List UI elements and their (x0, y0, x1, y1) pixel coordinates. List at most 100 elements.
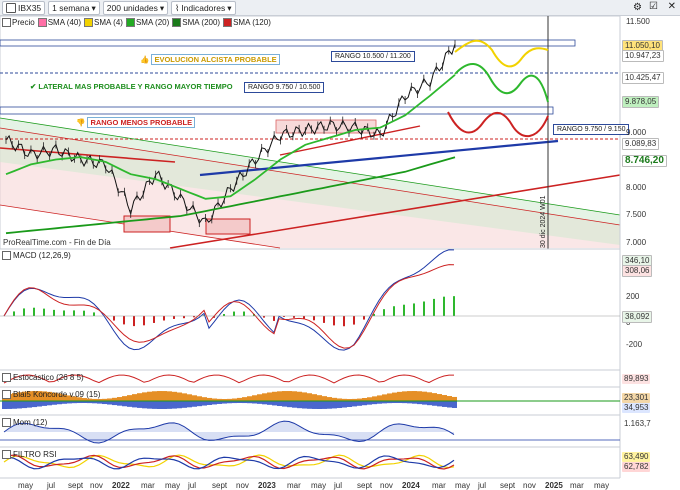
macd-histogram-bar (83, 310, 85, 316)
koncorde-bar-blue (282, 401, 287, 407)
price-axis-label: 7.000 (626, 238, 647, 247)
koncorde-bar-blue (342, 401, 347, 408)
koncorde-bar-blue (2, 401, 7, 409)
koncorde-bar-blue (47, 401, 52, 406)
blai5-tag-1: 23,301 (622, 393, 651, 403)
time-axis-label: 2024 (402, 481, 420, 490)
koncorde-bar-orange (167, 391, 172, 401)
koncorde-bar-blue (187, 401, 192, 408)
koncorde-bar-orange (142, 392, 147, 401)
time-axis-label: may (455, 481, 471, 490)
macd-histogram-bar (73, 310, 75, 316)
check-mark-icon: ✔ (30, 82, 37, 91)
koncorde-bar-blue (292, 401, 297, 408)
koncorde-bar-orange (442, 395, 447, 401)
time-axis-label: nov (90, 481, 103, 490)
koncorde-bar-orange (437, 394, 442, 401)
time-axis-label: mar (432, 481, 446, 490)
koncorde-bar-orange (277, 391, 282, 401)
koncorde-bar-blue (212, 401, 217, 405)
time-axis-label: 2022 (112, 481, 130, 490)
thumbs-up-icon: 👍 (140, 55, 150, 64)
scenario-bear-curve (447, 111, 549, 137)
blai5-title[interactable]: Blai5 Koncorde v.09 (15) (2, 390, 100, 399)
price-tag: 9.878,05 (622, 96, 660, 108)
macd-histogram-bar (53, 309, 55, 316)
koncorde-bar-orange (157, 391, 162, 401)
macd-title-text: MACD (12,26,9) (13, 251, 71, 260)
koncorde-bar-blue (317, 401, 322, 409)
time-axis-label: may (311, 481, 327, 490)
macd-histogram-bar (423, 301, 425, 316)
macd-histogram-bar (273, 316, 275, 321)
blai5-title-text: Blai5 Koncorde v.09 (15) (13, 390, 101, 399)
koncorde-bar-blue (352, 401, 357, 407)
low-zone-box-2 (205, 218, 251, 235)
macd-tag: 308,06 (622, 265, 653, 277)
koncorde-bar-orange (312, 394, 317, 401)
koncorde-bar-blue (162, 401, 167, 409)
koncorde-bar-orange (387, 393, 392, 401)
koncorde-bar-orange (272, 391, 277, 401)
macd-axis-label: 200 (626, 292, 640, 301)
koncorde-bar-blue (447, 401, 452, 408)
macd-histogram-bar (413, 303, 415, 316)
macd-histogram-bar (433, 298, 435, 316)
macd-histogram-bar (183, 316, 185, 319)
price-tag: 10.947,23 (622, 50, 664, 62)
koncorde-bar-orange (187, 394, 192, 401)
scenario-bull-curve (454, 39, 549, 68)
koncorde-bar-blue (442, 401, 447, 407)
checkbox-icon (2, 373, 11, 382)
macd-axis-label: -200 (626, 340, 643, 349)
macd-histogram-bar (323, 316, 325, 323)
macd-histogram-bar (223, 314, 225, 316)
checkbox-icon (2, 251, 11, 260)
koncorde-bar-blue (117, 401, 122, 406)
time-axis-label: may (165, 481, 181, 490)
rsi-filter-layer (3, 454, 455, 470)
price-axis-label: 8.000 (626, 182, 647, 192)
koncorde-bar-blue (307, 401, 312, 409)
koncorde-bar-orange (182, 393, 187, 401)
thumbs-down-icon: 👎 (76, 118, 86, 127)
macd-histogram-bar (453, 296, 455, 316)
stoch-title[interactable]: Estocástico (26 8 5) (2, 373, 84, 382)
filtro-title[interactable]: FILTRO RSI (2, 450, 56, 459)
koncorde-bar-orange (452, 396, 457, 401)
macd-layer (0, 249, 620, 351)
koncorde-bar-blue (267, 401, 272, 405)
koncorde-bar-blue (112, 401, 117, 406)
koncorde-bar-blue (152, 401, 157, 409)
macd-histogram-bar (153, 316, 155, 323)
koncorde-bar-orange (287, 391, 292, 401)
range-box-2023 (275, 119, 377, 134)
macd-histogram-bar (23, 308, 25, 316)
macd-histogram-bar (333, 316, 335, 326)
macd-histogram-bar (113, 316, 115, 321)
macd-title[interactable]: MACD (12,26,9) (2, 251, 71, 260)
koncorde-bar-blue (32, 401, 37, 408)
macd-histogram-bar (363, 316, 365, 320)
time-axis-label: may (18, 481, 34, 490)
stoch-tag: 89,893 (622, 374, 651, 384)
koncorde-bar-orange (292, 391, 297, 401)
koncorde-bar-blue (22, 401, 27, 409)
stoch-title-text: Estocástico (26 8 5) (13, 373, 84, 382)
koncorde-bar-orange (432, 393, 437, 401)
filtro-tag-2: 62,782 (622, 462, 651, 472)
koncorde-bar-blue (207, 401, 212, 405)
mom-title[interactable]: Mom (12) (2, 418, 47, 427)
koncorde-bar-orange (152, 391, 157, 401)
koncorde-bar-blue (362, 401, 367, 406)
separator-date-label: 30 dic 2024 W01 (540, 195, 547, 248)
checkbox-icon (2, 418, 11, 427)
koncorde-bar-orange (137, 393, 142, 401)
koncorde-bar-orange (267, 392, 272, 401)
annotation-bull-text: EVOLUCION ALCISTA PROBABLE (151, 54, 280, 65)
koncorde-bar-blue (157, 401, 162, 409)
koncorde-bar-orange (122, 396, 127, 401)
time-axis-label: sept (68, 481, 84, 490)
data-source-label: ProRealTime.com - Fin de Día (3, 238, 111, 247)
koncorde-bar-orange (172, 391, 177, 401)
